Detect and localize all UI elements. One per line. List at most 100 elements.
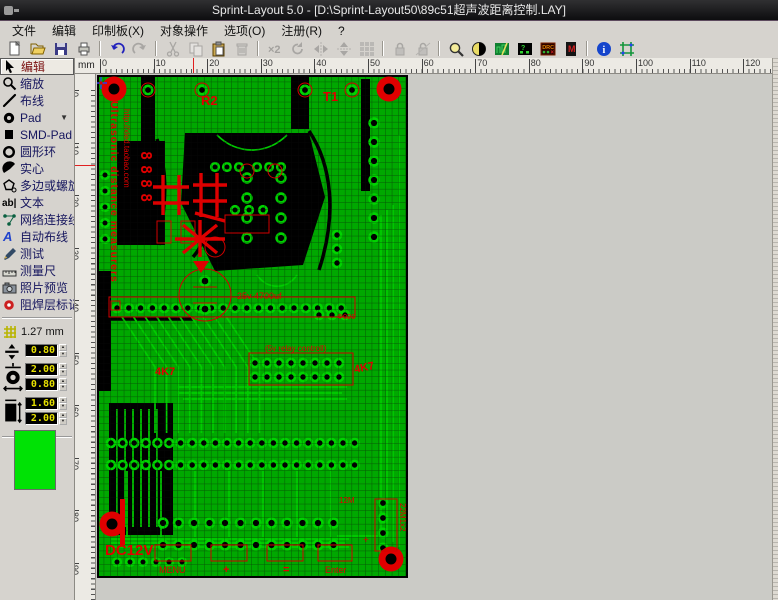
hruler-tick-label: 40 <box>314 59 326 73</box>
silk-4k7-left: 4K7 <box>155 366 175 378</box>
drc-icon: DRC× <box>540 41 556 57</box>
chevron-down-icon[interactable]: ▼ <box>60 113 68 122</box>
tool-zoom[interactable]: 缩放 <box>0 75 74 92</box>
silk-plus-mark: + <box>363 535 369 546</box>
tool-pad[interactable]: Pad▼ <box>0 109 74 126</box>
silk-btn-plus: + <box>223 564 229 576</box>
toolbar-separator <box>586 41 588 56</box>
solid-icon <box>2 161 17 176</box>
svg-text:×: × <box>550 50 554 56</box>
smd-width-spinner[interactable]: ▲▼ <box>59 397 67 410</box>
vruler-tick-label: 50 <box>75 353 79 365</box>
pcb-board[interactable]: R2 T1 Ultrasonic distance measurers http… <box>97 75 408 578</box>
camera-icon <box>2 280 17 295</box>
net-icon <box>2 212 17 227</box>
toolbar-snap-button[interactable] <box>615 40 638 58</box>
tool-label: 编辑 <box>21 58 45 75</box>
toolbar-paste-button[interactable] <box>207 40 230 58</box>
toolbar-new-button[interactable] <box>3 40 26 58</box>
menu-object[interactable]: 对象操作 <box>152 21 216 40</box>
track-width-spinner[interactable]: ▲▼ <box>59 344 67 357</box>
toolbar-cut-button <box>161 40 184 58</box>
vruler-tick-label: 20 <box>75 195 79 207</box>
menu-board[interactable]: 印制板(X) <box>84 21 152 40</box>
tool-polygon-spiral[interactable]: 多边或螺旋 <box>0 177 74 194</box>
title-bar: Sprint-Layout 5.0 - [D:\Sprint-Layout50\… <box>0 0 778 21</box>
smd-width-value[interactable]: 1.60 <box>25 397 58 410</box>
toolbar-drc-button[interactable]: DRC× <box>536 40 559 58</box>
menu-register[interactable]: 注册(R) <box>273 21 330 40</box>
toolbar-test-button[interactable]: ? <box>513 40 536 58</box>
toolbar-contrast-button[interactable] <box>467 40 490 58</box>
toolbar-duplicate-x2-button: ×2 <box>263 40 286 58</box>
grid-setting[interactable]: 1.27 mm <box>0 323 74 341</box>
tool-smd-pad[interactable]: SMD-Pad <box>0 126 74 143</box>
menu-file[interactable]: 文件 <box>4 21 44 40</box>
tool-net-connection[interactable]: 网络连接线 <box>0 211 74 228</box>
smd-height-spinner[interactable]: ▲▼ <box>59 412 67 425</box>
autoroute-icon: A <box>2 229 17 244</box>
toolbar-open-button[interactable] <box>26 40 49 58</box>
cut-icon <box>165 41 181 57</box>
magnifier-icon <box>2 76 17 91</box>
tool-edit[interactable]: 编辑 <box>0 58 74 75</box>
tool-autoroute[interactable]: A自动布线 <box>0 228 74 245</box>
menu-help[interactable]: ? <box>330 23 353 39</box>
tool-ring[interactable]: 圆形环 <box>0 143 74 160</box>
track-width-value[interactable]: 0.80 <box>25 344 58 357</box>
vertical-scrollbar[interactable] <box>772 58 778 600</box>
tool-test[interactable]: 测试 <box>0 245 74 262</box>
toolbar-redo-button <box>128 40 151 58</box>
pad-outer-value[interactable]: 2.00 <box>25 363 58 376</box>
hruler-tick-label: 20 <box>207 59 219 73</box>
open-icon <box>30 41 46 57</box>
layout-canvas[interactable]: R2 T1 Ultrasonic distance measurers http… <box>96 74 772 600</box>
tool-text[interactable]: ab|文本 <box>0 194 74 211</box>
horizontal-ruler: mm 0102030405060708090100110120 <box>75 58 772 74</box>
tool-route[interactable]: 布线 <box>0 92 74 109</box>
tool-solder-mask-mark[interactable]: 阻焊层标记 <box>0 296 74 313</box>
hruler-tick-label: 10 <box>154 59 166 73</box>
pad-outer-spinner[interactable]: ▲▼ <box>59 363 67 376</box>
toolbar-info-button[interactable]: i <box>592 40 615 58</box>
grid-value: 1.27 mm <box>21 326 64 338</box>
pad-inner-value[interactable]: 0.80 <box>25 378 58 391</box>
smd-size-group: 1.60 ▲▼ 2.00 ▲▼ <box>0 397 74 428</box>
toolbar-save-button[interactable] <box>49 40 72 58</box>
toolbar-group-button <box>388 40 411 58</box>
toolbar-print-button[interactable] <box>72 40 95 58</box>
silk-vertical-text-2: http://xled.taobao.com <box>122 109 131 188</box>
pad-inner-spinner[interactable]: ▲▼ <box>59 378 67 391</box>
tool-solid[interactable]: 实心 <box>0 160 74 177</box>
copy-icon <box>188 41 204 57</box>
solder-mask-icon: M <box>563 41 579 57</box>
toolbar-separator <box>155 41 157 56</box>
toolbar-zoom-button[interactable] <box>444 40 467 58</box>
layer-color-swatch[interactable] <box>14 430 56 490</box>
menu-options[interactable]: 选项(O) <box>216 21 273 40</box>
tool-photo-preview[interactable]: 照片预览 <box>0 279 74 296</box>
toolbar-solder-mask-button[interactable]: M <box>559 40 582 58</box>
tool-label: 缩放 <box>20 75 44 92</box>
tool-label: 圆形环 <box>20 143 56 160</box>
svg-text:i: i <box>602 45 605 56</box>
undo-icon <box>109 41 125 57</box>
hruler-tick-label: 120 <box>743 59 760 73</box>
smd-height-value[interactable]: 2.00 <box>25 412 58 425</box>
vruler-tick-label: 10 <box>75 143 79 155</box>
pad-size-group: 2.00 ▲▼ 0.80 ▲▼ <box>0 363 74 394</box>
vruler-tick-label: 0 <box>75 90 79 97</box>
ruler-ticks <box>100 69 772 73</box>
toolbar-undo-button[interactable] <box>105 40 128 58</box>
menu-edit[interactable]: 编辑 <box>44 21 84 40</box>
track-width-group: 0.80 ▲▼ <box>0 344 74 360</box>
new-icon <box>7 41 23 57</box>
test-icon: ? <box>517 41 533 57</box>
pad-size-icon <box>3 363 23 394</box>
svg-text:A: A <box>2 229 12 244</box>
toolbar-photo-view-button[interactable] <box>490 40 513 58</box>
tool-measure[interactable]: 测量尺 <box>0 262 74 279</box>
redo-icon <box>132 41 148 57</box>
save-icon <box>53 41 69 57</box>
cursor-position-marker-x <box>193 58 194 73</box>
